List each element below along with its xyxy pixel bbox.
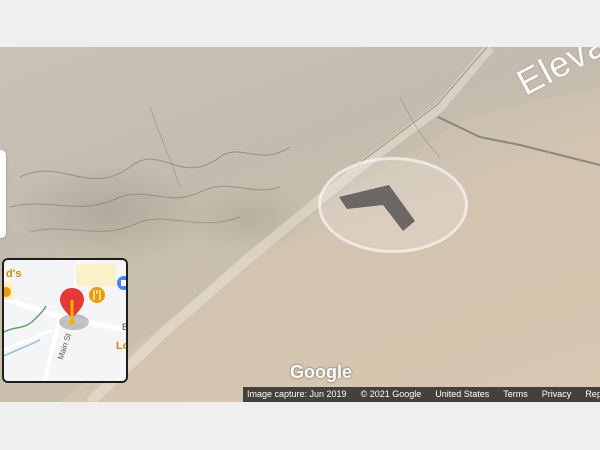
minimap[interactable]: d's B Lo Main St	[2, 258, 128, 383]
minimap-place-label: d's	[6, 268, 22, 280]
side-panel-handle[interactable]	[0, 150, 6, 238]
report-link[interactable]: Report	[585, 387, 600, 402]
minimap-label-b: B	[122, 322, 128, 332]
restaurant-icon	[89, 287, 105, 303]
attribution-bar: Image capture: Jun 2019 © 2021 Google Un…	[243, 387, 600, 402]
page-frame: Eleva d's B L Main St Google Image captu…	[0, 0, 600, 450]
google-logo: Google	[290, 362, 352, 382]
minimap-map	[4, 260, 126, 381]
copyright-text: © 2021 Google	[360, 389, 422, 399]
image-capture-date: Image capture: Jun 2019	[247, 389, 347, 399]
privacy-link[interactable]: Privacy	[542, 387, 572, 402]
country-label: United States	[435, 389, 490, 399]
chevron-up-icon[interactable]	[337, 175, 417, 235]
terms-link[interactable]: Terms	[503, 387, 528, 402]
minimap-label-lo: Lo	[116, 340, 126, 352]
